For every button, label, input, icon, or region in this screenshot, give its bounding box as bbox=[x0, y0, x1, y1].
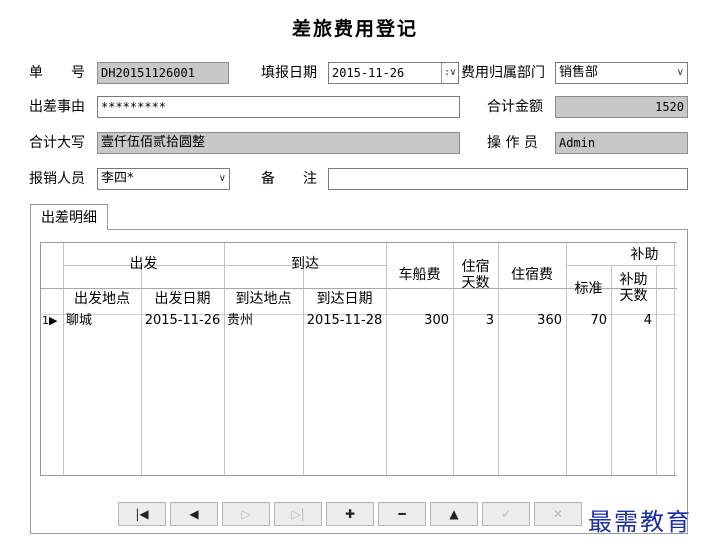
col-line bbox=[224, 243, 225, 475]
chevron-down-icon: ∨ bbox=[676, 67, 684, 78]
form-title: 差旅费用登记 bbox=[291, 18, 418, 40]
header-fare[interactable]: 车船费 bbox=[386, 265, 453, 285]
col-line bbox=[656, 266, 657, 475]
reimburser-label: 报销人员 bbox=[29, 171, 85, 187]
doc-no-field[interactable]: DH20151126001 bbox=[97, 62, 229, 84]
header-depart-date[interactable]: 出发日期 bbox=[141, 289, 224, 309]
header-subsidy-days[interactable]: 补助天数 bbox=[614, 272, 653, 304]
prior-record-button[interactable]: ◀ bbox=[170, 502, 218, 526]
last-icon: ▷| bbox=[291, 507, 305, 521]
cross-icon: ✕ bbox=[552, 507, 564, 521]
total-label: 合计金额 bbox=[487, 99, 543, 115]
dept-label: 费用归属部门 bbox=[461, 65, 545, 81]
watermark-logo: 最需教育 bbox=[588, 508, 692, 536]
fill-date-label: 填报日期 bbox=[261, 65, 317, 81]
fill-date-value: 2015-11-26 bbox=[332, 66, 405, 80]
header-depart-group: 出发 bbox=[129, 256, 158, 272]
first-record-button[interactable]: |◀ bbox=[118, 502, 166, 526]
cell-lodging[interactable]: 360 bbox=[498, 312, 562, 330]
cell-stay-days[interactable]: 3 bbox=[453, 312, 494, 330]
fill-date-picker[interactable]: 2015-11-26 :∨ bbox=[328, 62, 459, 84]
row-indicator[interactable]: 1▶ bbox=[42, 312, 62, 330]
cell-depart-place[interactable]: 聊城 bbox=[66, 312, 140, 330]
tab-travel-details[interactable]: 出差明细 bbox=[30, 204, 108, 230]
total-field[interactable]: 1520 bbox=[555, 96, 688, 118]
cell-arrive-place[interactable]: 贵州 bbox=[227, 312, 301, 330]
total-cn-label: 合计大写 bbox=[29, 135, 85, 151]
reason-input[interactable]: ********* bbox=[97, 96, 460, 118]
cell-depart-date[interactable]: 2015-11-26 bbox=[141, 312, 224, 330]
group-divider-line bbox=[566, 265, 677, 266]
remark-label: 备 注 bbox=[261, 171, 317, 187]
operator-field[interactable]: Admin bbox=[555, 132, 688, 154]
col-line bbox=[63, 243, 64, 475]
header-arrive-group: 到达 bbox=[291, 256, 319, 272]
header-subsidy-group: 补助 bbox=[630, 247, 659, 263]
cell-fare[interactable]: 300 bbox=[386, 312, 449, 330]
minus-icon: ━ bbox=[398, 507, 406, 521]
last-record-button[interactable]: ▷| bbox=[274, 502, 322, 526]
first-icon: |◀ bbox=[135, 507, 149, 521]
remark-input[interactable] bbox=[328, 168, 688, 190]
reimburser-select[interactable]: 李四* ∨ bbox=[97, 168, 230, 190]
header-arrive-date[interactable]: 到达日期 bbox=[303, 289, 386, 309]
grid-bottom-line bbox=[41, 475, 677, 476]
next-record-button[interactable]: ▷ bbox=[222, 502, 270, 526]
row-number: 1 bbox=[42, 314, 49, 327]
col-line bbox=[453, 243, 454, 475]
header-depart-place[interactable]: 出发地点 bbox=[63, 289, 141, 309]
up-triangle-icon: ▲ bbox=[449, 507, 459, 521]
col-line bbox=[611, 266, 612, 475]
cancel-edit-button[interactable]: ✕ bbox=[534, 502, 582, 526]
prior-icon: ◀ bbox=[189, 507, 199, 521]
col-line bbox=[674, 243, 675, 475]
cell-subsidy-days[interactable]: 4 bbox=[611, 312, 652, 330]
edit-record-button[interactable]: ▲ bbox=[430, 502, 478, 526]
cell-standard[interactable]: 70 bbox=[566, 312, 607, 330]
dept-value: 销售部 bbox=[559, 65, 599, 80]
reason-label: 出差事由 bbox=[29, 99, 85, 115]
header-arrive-place[interactable]: 到达地点 bbox=[224, 289, 303, 309]
operator-label: 操 作 员 bbox=[487, 135, 538, 151]
col-line bbox=[566, 243, 567, 475]
post-edit-button[interactable]: ✓ bbox=[482, 502, 530, 526]
check-icon: ✓ bbox=[500, 507, 512, 521]
total-cn-field[interactable]: 壹仟伍佰贰拾圆整 bbox=[97, 132, 460, 154]
dept-select[interactable]: 销售部 ∨ bbox=[555, 62, 688, 84]
header-stay-days[interactable]: 住宿天数 bbox=[457, 259, 494, 291]
header-standard[interactable]: 标准 bbox=[566, 279, 611, 299]
plus-icon: ✚ bbox=[344, 507, 356, 521]
reimburser-value: 李四* bbox=[101, 171, 134, 186]
calendar-dropdown-icon[interactable]: :∨ bbox=[440, 63, 456, 83]
delete-record-button[interactable]: ━ bbox=[378, 502, 426, 526]
chevron-down-icon: ∨ bbox=[218, 173, 226, 184]
doc-no-label: 单 号 bbox=[29, 65, 85, 81]
details-grid: 出发 到达 补助 出发地点 出发日期 到达地点 到达日期 车船费 住宿天数 住宿… bbox=[40, 242, 677, 476]
header-lodging[interactable]: 住宿费 bbox=[498, 265, 566, 285]
next-icon: ▷ bbox=[241, 507, 251, 521]
current-row-arrow-icon: ▶ bbox=[49, 314, 58, 327]
cell-arrive-date[interactable]: 2015-11-28 bbox=[303, 312, 386, 330]
insert-record-button[interactable]: ✚ bbox=[326, 502, 374, 526]
